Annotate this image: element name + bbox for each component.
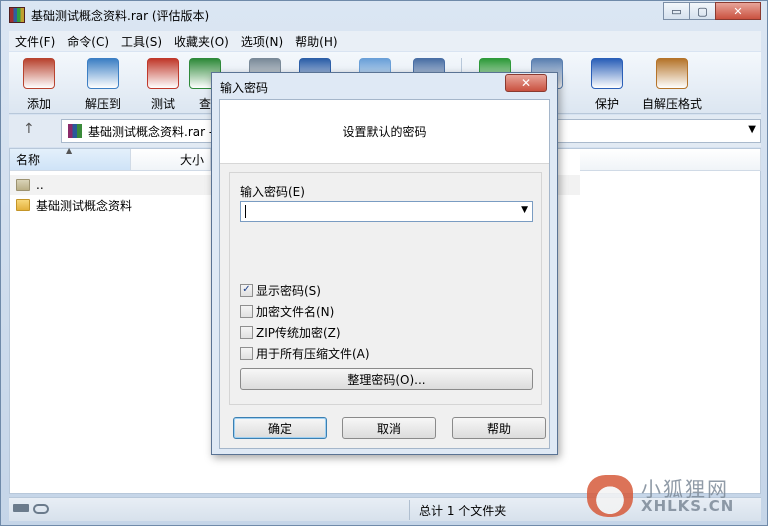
option-checkbox-row[interactable]: 用于所有压缩文件(A) <box>240 344 370 362</box>
dialog-title-bar: 输入密码 ✕ <box>212 73 557 99</box>
option-checkbox-row[interactable]: 加密文件名(N) <box>240 302 334 320</box>
winrar-app-icon <box>9 7 25 23</box>
disk-icon[interactable] <box>13 504 29 512</box>
password-input[interactable]: ▼ <box>240 201 533 222</box>
checkbox-unchecked[interactable] <box>240 304 253 318</box>
maximize-button[interactable]: ▢ <box>689 2 716 20</box>
extract-folder-icon <box>87 58 119 89</box>
option-checkbox-row[interactable]: ZIP传统加密(Z) <box>240 323 341 341</box>
menu-tools[interactable]: 工具(S) <box>115 33 168 50</box>
minimize-button[interactable]: ▭ <box>663 2 690 20</box>
toolbar-button-11[interactable]: 自解压格式 <box>637 56 707 112</box>
folder-icon <box>16 199 30 211</box>
test-clipboard-icon <box>147 58 179 89</box>
menu-bar: 文件(F) 命令(C) 工具(S) 收藏夹(O) 选项(N) 帮助(H) <box>9 31 761 51</box>
dialog-body: 设置默认的密码 输入密码(E) ▼ ✓ 显示密码(S) 加密文件名(N) ZIP传统加… <box>219 99 550 449</box>
checkbox-unchecked[interactable] <box>240 346 253 360</box>
option-label: ZIP传统加密(Z) <box>256 325 341 340</box>
option-checkbox-row[interactable]: ✓ 显示密码(S) <box>240 281 321 299</box>
column-header-name[interactable]: ▲ 名称 <box>10 146 131 171</box>
toolbar-label: 解压到 <box>84 97 121 111</box>
fox-logo-icon <box>587 475 633 517</box>
option-label: 加密文件名(N) <box>256 304 335 319</box>
column-header-size[interactable]: 大小 <box>131 149 211 171</box>
menu-commands[interactable]: 命令(C) <box>61 33 115 50</box>
option-label: 显示密码(S) <box>256 283 321 298</box>
sort-arrow-icon: ▲ <box>66 146 73 155</box>
menu-help[interactable]: 帮助(H) <box>289 33 343 50</box>
dialog-header: 设置默认的密码 <box>220 100 549 164</box>
checkbox-unchecked[interactable] <box>240 325 253 339</box>
dialog-close-button[interactable]: ✕ <box>505 74 547 92</box>
title-bar: 基础测试概念资料.rar (评估版本) ▭ ▢ ✕ <box>1 1 767 29</box>
password-label: 输入密码(E) <box>240 185 305 199</box>
option-label: 用于所有压缩文件(A) <box>256 346 370 361</box>
toolbar-label: 查 <box>198 97 211 111</box>
toolbar-label: 保护 <box>594 97 619 111</box>
list-item[interactable]: 基础测试概念资料 <box>10 195 132 215</box>
organize-passwords-button[interactable]: 整理密码(O)... <box>240 368 533 390</box>
password-group: 输入密码(E) ▼ ✓ 显示密码(S) 加密文件名(N) ZIP传统加密(Z) 用于所有… <box>229 172 542 405</box>
window-title: 基础测试概念资料.rar (评估版本) <box>31 8 210 23</box>
help-button[interactable]: 帮助 <box>452 417 546 439</box>
add-books-icon <box>23 58 55 89</box>
file-name: .. <box>36 178 44 192</box>
watermark: 小狐狸网 XHLKS.CN <box>587 473 757 519</box>
cancel-button[interactable]: 取消 <box>342 417 436 439</box>
toolbar-button-1[interactable]: 解压到 <box>75 56 131 112</box>
column-size-label: 大小 <box>179 153 204 167</box>
file-name: 基础测试概念资料 <box>36 198 133 213</box>
close-button[interactable]: ✕ <box>715 2 761 20</box>
column-name-label: 名称 <box>16 153 41 167</box>
address-path: 基础测试概念资料.rar - <box>88 124 214 139</box>
menu-favorites[interactable]: 收藏夹(O) <box>168 33 235 50</box>
address-dropdown-icon[interactable]: ▼ <box>748 124 756 135</box>
status-summary: 总计 1 个文件夹 <box>419 504 507 518</box>
column-header-rest[interactable] <box>580 149 761 171</box>
text-caret <box>245 205 246 218</box>
toolbar-button-0[interactable]: 添加 <box>11 56 67 112</box>
up-arrow-icon[interactable]: ↑ <box>23 121 35 137</box>
up-folder-icon <box>16 179 30 191</box>
protect-shield-icon <box>591 58 623 89</box>
ok-button[interactable]: 确定 <box>233 417 327 439</box>
checkbox-checked[interactable]: ✓ <box>240 283 253 297</box>
password-dialog: 输入密码 ✕ 设置默认的密码 输入密码(E) ▼ ✓ 显示密码(S) 加密文件名(N… <box>211 72 558 455</box>
rar-file-icon <box>68 124 82 138</box>
toolbar-button-10[interactable]: 保护 <box>579 56 635 112</box>
status-divider <box>409 500 410 520</box>
toolbar-label: 测试 <box>150 97 175 111</box>
menu-options[interactable]: 选项(N) <box>235 33 289 50</box>
dialog-header-text: 设置默认的密码 <box>342 125 427 139</box>
sfx-box-icon <box>656 58 688 89</box>
window-controls: ▭ ▢ ✕ <box>663 2 761 20</box>
password-dropdown-icon[interactable]: ▼ <box>521 205 528 215</box>
toolbar-label: 自解压格式 <box>641 97 702 111</box>
dialog-title: 输入密码 <box>220 81 269 95</box>
watermark-en: XHLKS.CN <box>641 497 735 515</box>
toolbar-label: 添加 <box>26 97 51 111</box>
key-icon[interactable] <box>33 504 49 514</box>
menu-file[interactable]: 文件(F) <box>9 33 61 50</box>
